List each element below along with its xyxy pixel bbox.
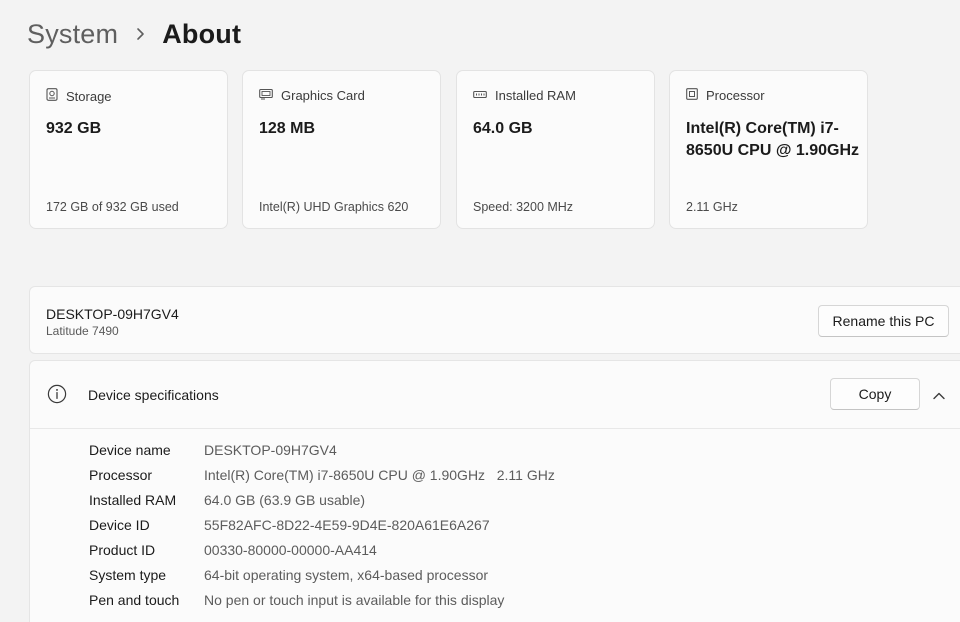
ram-card-header: Installed RAM [473,88,576,103]
chevron-up-icon[interactable] [932,388,946,406]
chevron-right-icon [118,27,162,41]
page-title: About [162,18,242,49]
spec-row-device-id: Device ID 55F82AFC-8D22-4E59-9D4E-820A61… [30,517,930,537]
processor-card-header: Processor [686,88,765,103]
storage-icon [46,88,66,104]
spec-value: 00330-80000-00000-AA414 [204,542,377,558]
spec-value: 55F82AFC-8D22-4E59-9D4E-820A61E6A267 [204,517,490,533]
device-specifications-title: Device specifications [88,387,219,403]
processor-card-value: Intel(R) Core(TM) i7-8650U CPU @ 1.90GHz [686,120,860,159]
spec-label: Installed RAM [89,492,177,508]
processor-card: Processor Intel(R) Core(TM) i7-8650U CPU… [669,70,868,229]
spec-row-processor: Processor Intel(R) Core(TM) i7-8650U CPU… [30,467,930,487]
copy-button[interactable]: Copy [830,378,920,410]
storage-card: Storage 932 GB 172 GB of 932 GB used [29,70,228,229]
spec-value: DESKTOP-09H7GV4 [204,442,337,458]
spec-label: System type [89,567,167,583]
breadcrumb: System About [27,14,241,54]
info-icon [47,384,67,409]
rename-pc-button[interactable]: Rename this PC [818,305,949,337]
breadcrumb-system-link[interactable]: System [27,19,118,50]
pc-name-panel: DESKTOP-09H7GV4 Latitude 7490 Rename thi… [29,286,960,354]
storage-card-header: Storage [46,88,112,104]
spec-label: Device name [89,442,171,458]
graphics-card-value: 128 MB [259,120,316,137]
graphics-card: Graphics Card 128 MB Intel(R) UHD Graphi… [242,70,441,229]
storage-card-title: Storage [66,88,112,104]
spec-value: Intel(R) Core(TM) i7-8650U CPU @ 1.90GHz… [204,467,555,483]
spec-label: Device ID [89,517,150,533]
storage-card-value: 932 GB [46,120,102,137]
spec-label: Processor [89,467,153,483]
spec-value: 64-bit operating system, x64-based proce… [204,567,489,583]
spec-row-product-id: Product ID 00330-80000-00000-AA414 [30,542,930,562]
graphics-card-title: Graphics Card [281,88,365,103]
spec-label: Product ID [89,542,156,558]
graphics-card-sub: Intel(R) UHD Graphics 620 [259,200,409,214]
device-specifications-header[interactable]: Device specifications Copy [30,361,960,429]
ram-card-value: 64.0 GB [473,120,533,137]
spec-row-system-type: System type 64-bit operating system, x64… [30,567,930,587]
ram-card-sub: Speed: 3200 MHz [473,200,574,214]
processor-card-sub: 2.11 GHz [686,200,738,214]
spec-value: No pen or touch input is available for t… [204,592,505,608]
about-page: System About Storage 932 GB 172 GB of 93… [0,0,960,622]
spec-row-pen-and-touch: Pen and touch No pen or touch input is a… [30,592,930,612]
device-specifications-panel: Device specifications Copy Device name D… [29,360,960,622]
processor-card-title: Processor [706,88,765,103]
graphics-card-icon [259,88,281,103]
storage-card-sub: 172 GB of 932 GB used [46,200,179,214]
ram-card: Installed RAM 64.0 GB Speed: 3200 MHz [456,70,655,229]
spec-row-device-name: Device name DESKTOP-09H7GV4 [30,442,930,462]
pc-model: Latitude 7490 [46,324,119,338]
spec-row-installed-ram: Installed RAM 64.0 GB (63.9 GB usable) [30,492,930,512]
pc-name: DESKTOP-09H7GV4 [46,306,179,322]
ram-card-title: Installed RAM [495,88,576,103]
spec-label: Pen and touch [89,592,180,608]
processor-icon [686,88,706,103]
spec-value: 64.0 GB (63.9 GB usable) [204,492,366,508]
ram-icon [473,88,495,103]
graphics-card-header: Graphics Card [259,88,365,103]
